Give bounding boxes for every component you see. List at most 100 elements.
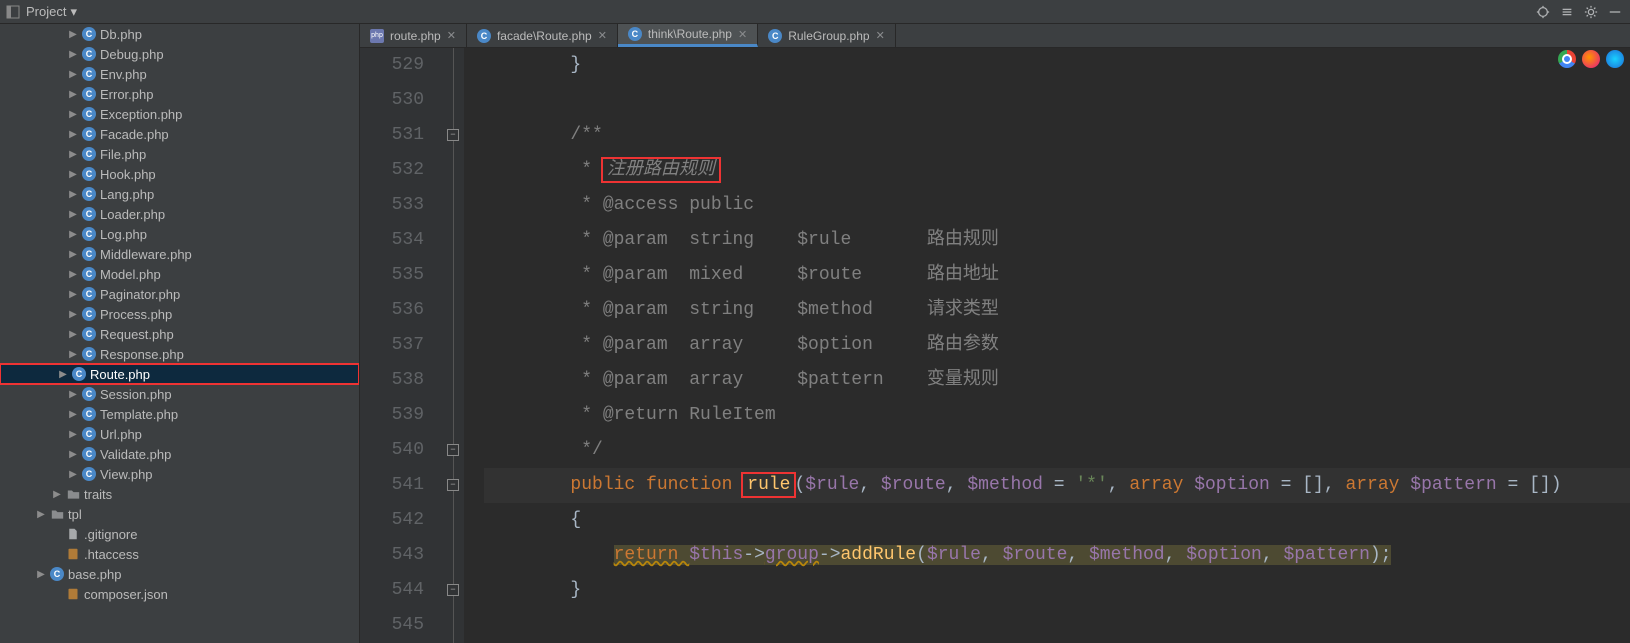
expand-arrow-icon[interactable]: ▶ bbox=[68, 249, 78, 260]
editor-tab[interactable]: Cthink\Route.php✕ bbox=[618, 24, 758, 47]
tree-item[interactable]: ▶CHook.php bbox=[0, 164, 359, 184]
tree-item[interactable]: ▶CFacade.php bbox=[0, 124, 359, 144]
tree-item[interactable]: .htaccess bbox=[0, 544, 359, 564]
expand-arrow-icon[interactable]: ▶ bbox=[68, 149, 78, 160]
fold-marker-icon[interactable]: − bbox=[447, 129, 459, 141]
line-gutter[interactable]: 5295305315325335345355365375385395405415… bbox=[360, 48, 444, 643]
code-line[interactable]: * @return RuleItem bbox=[484, 398, 1630, 433]
editor-tab[interactable]: Cfacade\Route.php✕ bbox=[467, 24, 618, 47]
gear-icon[interactable] bbox=[1582, 3, 1600, 21]
tree-item[interactable]: ▶CException.php bbox=[0, 104, 359, 124]
expand-arrow-icon[interactable] bbox=[52, 589, 62, 600]
expand-arrow-icon[interactable]: ▶ bbox=[68, 69, 78, 80]
tree-item[interactable]: ▶CResponse.php bbox=[0, 344, 359, 364]
code-line[interactable]: return $this->group->addRule($rule, $rou… bbox=[484, 538, 1630, 573]
code-line[interactable]: * 注册路由规则 bbox=[484, 153, 1630, 188]
tree-item[interactable]: ▶CError.php bbox=[0, 84, 359, 104]
locate-icon[interactable] bbox=[1534, 3, 1552, 21]
expand-arrow-icon[interactable]: ▶ bbox=[68, 49, 78, 60]
tree-item[interactable]: ▶CModel.php bbox=[0, 264, 359, 284]
tree-item[interactable]: composer.json bbox=[0, 584, 359, 604]
expand-arrow-icon[interactable] bbox=[52, 529, 62, 540]
expand-arrow-icon[interactable]: ▶ bbox=[68, 289, 78, 300]
line-number[interactable]: 531 bbox=[360, 118, 424, 153]
expand-arrow-icon[interactable]: ▶ bbox=[68, 209, 78, 220]
code-line[interactable]: * @param mixed $route 路由地址 bbox=[484, 258, 1630, 293]
code-line[interactable] bbox=[484, 83, 1630, 118]
expand-arrow-icon[interactable]: ▶ bbox=[68, 29, 78, 40]
chrome-icon[interactable] bbox=[1558, 50, 1576, 68]
line-number[interactable]: 541 bbox=[360, 468, 424, 503]
expand-arrow-icon[interactable]: ▶ bbox=[68, 449, 78, 460]
fold-marker-icon[interactable]: − bbox=[447, 479, 459, 491]
code-line[interactable]: } bbox=[484, 573, 1630, 608]
tree-item[interactable]: ▶CRoute.php bbox=[0, 364, 359, 384]
expand-arrow-icon[interactable]: ▶ bbox=[36, 509, 46, 520]
code-line[interactable]: */ bbox=[484, 433, 1630, 468]
line-number[interactable]: 545 bbox=[360, 608, 424, 643]
close-icon[interactable]: ✕ bbox=[447, 29, 456, 42]
project-dropdown[interactable]: Project ▾ bbox=[26, 4, 77, 20]
expand-arrow-icon[interactable]: ▶ bbox=[68, 229, 78, 240]
code-line[interactable]: } bbox=[484, 48, 1630, 83]
editor-tab[interactable]: CRuleGroup.php✕ bbox=[758, 24, 896, 47]
tree-item[interactable]: ▶CEnv.php bbox=[0, 64, 359, 84]
tree-item[interactable]: ▶CLog.php bbox=[0, 224, 359, 244]
editor-tab[interactable]: phproute.php✕ bbox=[360, 24, 467, 47]
fold-marker-icon[interactable]: − bbox=[447, 584, 459, 596]
tree-item[interactable]: ▶CDb.php bbox=[0, 24, 359, 44]
code-line[interactable]: /** bbox=[484, 118, 1630, 153]
tree-item[interactable]: ▶CTemplate.php bbox=[0, 404, 359, 424]
fold-column[interactable]: −−−− bbox=[444, 48, 464, 643]
line-number[interactable]: 539 bbox=[360, 398, 424, 433]
expand-arrow-icon[interactable]: ▶ bbox=[58, 369, 68, 380]
project-tree[interactable]: ▶CDb.php▶CDebug.php▶CEnv.php▶CError.php▶… bbox=[0, 24, 360, 643]
expand-arrow-icon[interactable]: ▶ bbox=[68, 349, 78, 360]
line-number[interactable]: 530 bbox=[360, 83, 424, 118]
expand-arrow-icon[interactable]: ▶ bbox=[36, 569, 46, 580]
firefox-icon[interactable] bbox=[1582, 50, 1600, 68]
expand-arrow-icon[interactable]: ▶ bbox=[52, 489, 62, 500]
tree-item[interactable]: ▶CProcess.php bbox=[0, 304, 359, 324]
tree-item[interactable]: ▶CLoader.php bbox=[0, 204, 359, 224]
tree-item[interactable]: ▶CMiddleware.php bbox=[0, 244, 359, 264]
expand-arrow-icon[interactable]: ▶ bbox=[68, 129, 78, 140]
tree-item[interactable]: ▶CSession.php bbox=[0, 384, 359, 404]
tree-item[interactable]: ▶CRequest.php bbox=[0, 324, 359, 344]
expand-arrow-icon[interactable]: ▶ bbox=[68, 469, 78, 480]
expand-arrow-icon[interactable]: ▶ bbox=[68, 309, 78, 320]
code-line[interactable]: * @param string $method 请求类型 bbox=[484, 293, 1630, 328]
expand-arrow-icon[interactable]: ▶ bbox=[68, 329, 78, 340]
tree-item[interactable]: ▶CValidate.php bbox=[0, 444, 359, 464]
code-line[interactable]: public function rule($rule, $route, $met… bbox=[484, 468, 1630, 503]
line-number[interactable]: 537 bbox=[360, 328, 424, 363]
line-number[interactable]: 538 bbox=[360, 363, 424, 398]
line-number[interactable]: 535 bbox=[360, 258, 424, 293]
line-number[interactable]: 544 bbox=[360, 573, 424, 608]
line-number[interactable]: 533 bbox=[360, 188, 424, 223]
tree-item[interactable]: ▶traits bbox=[0, 484, 359, 504]
tree-item[interactable]: ▶Cbase.php bbox=[0, 564, 359, 584]
line-number[interactable]: 542 bbox=[360, 503, 424, 538]
line-number[interactable]: 540 bbox=[360, 433, 424, 468]
code-line[interactable] bbox=[484, 608, 1630, 643]
line-number[interactable]: 532 bbox=[360, 153, 424, 188]
tree-item[interactable]: ▶CDebug.php bbox=[0, 44, 359, 64]
expand-arrow-icon[interactable]: ▶ bbox=[68, 169, 78, 180]
expand-arrow-icon[interactable]: ▶ bbox=[68, 89, 78, 100]
expand-arrow-icon[interactable]: ▶ bbox=[68, 409, 78, 420]
line-number[interactable]: 543 bbox=[360, 538, 424, 573]
tree-item[interactable]: ▶CFile.php bbox=[0, 144, 359, 164]
code-line[interactable]: { bbox=[484, 503, 1630, 538]
expand-arrow-icon[interactable]: ▶ bbox=[68, 189, 78, 200]
line-number[interactable]: 529 bbox=[360, 48, 424, 83]
tree-item[interactable]: ▶CView.php bbox=[0, 464, 359, 484]
hide-icon[interactable] bbox=[1606, 3, 1624, 21]
code-line[interactable]: * @param string $rule 路由规则 bbox=[484, 223, 1630, 258]
line-number[interactable]: 534 bbox=[360, 223, 424, 258]
tree-item[interactable]: ▶CLang.php bbox=[0, 184, 359, 204]
safari-icon[interactable] bbox=[1606, 50, 1624, 68]
close-icon[interactable]: ✕ bbox=[876, 29, 885, 42]
expand-arrow-icon[interactable]: ▶ bbox=[68, 389, 78, 400]
code-line[interactable]: * @access public bbox=[484, 188, 1630, 223]
